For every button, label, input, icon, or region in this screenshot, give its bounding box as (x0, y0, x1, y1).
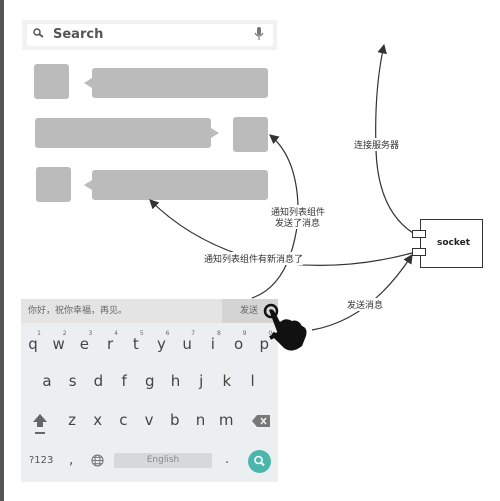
socket-port (412, 248, 426, 256)
arrow-send-message (311, 253, 413, 331)
socket-component: socket (420, 219, 483, 268)
edge-label-connect: 连接服务器 (354, 138, 400, 151)
edge-label-notify-new: 通知列表组件有新消息了 (204, 252, 304, 265)
hand-pointer-icon (263, 303, 307, 351)
edge-label-notify-sent-2: 发送了消息 (275, 216, 321, 229)
edge-label-send: 发送消息 (347, 298, 384, 311)
socket-label: socket (437, 238, 471, 248)
socket-port (412, 230, 426, 238)
